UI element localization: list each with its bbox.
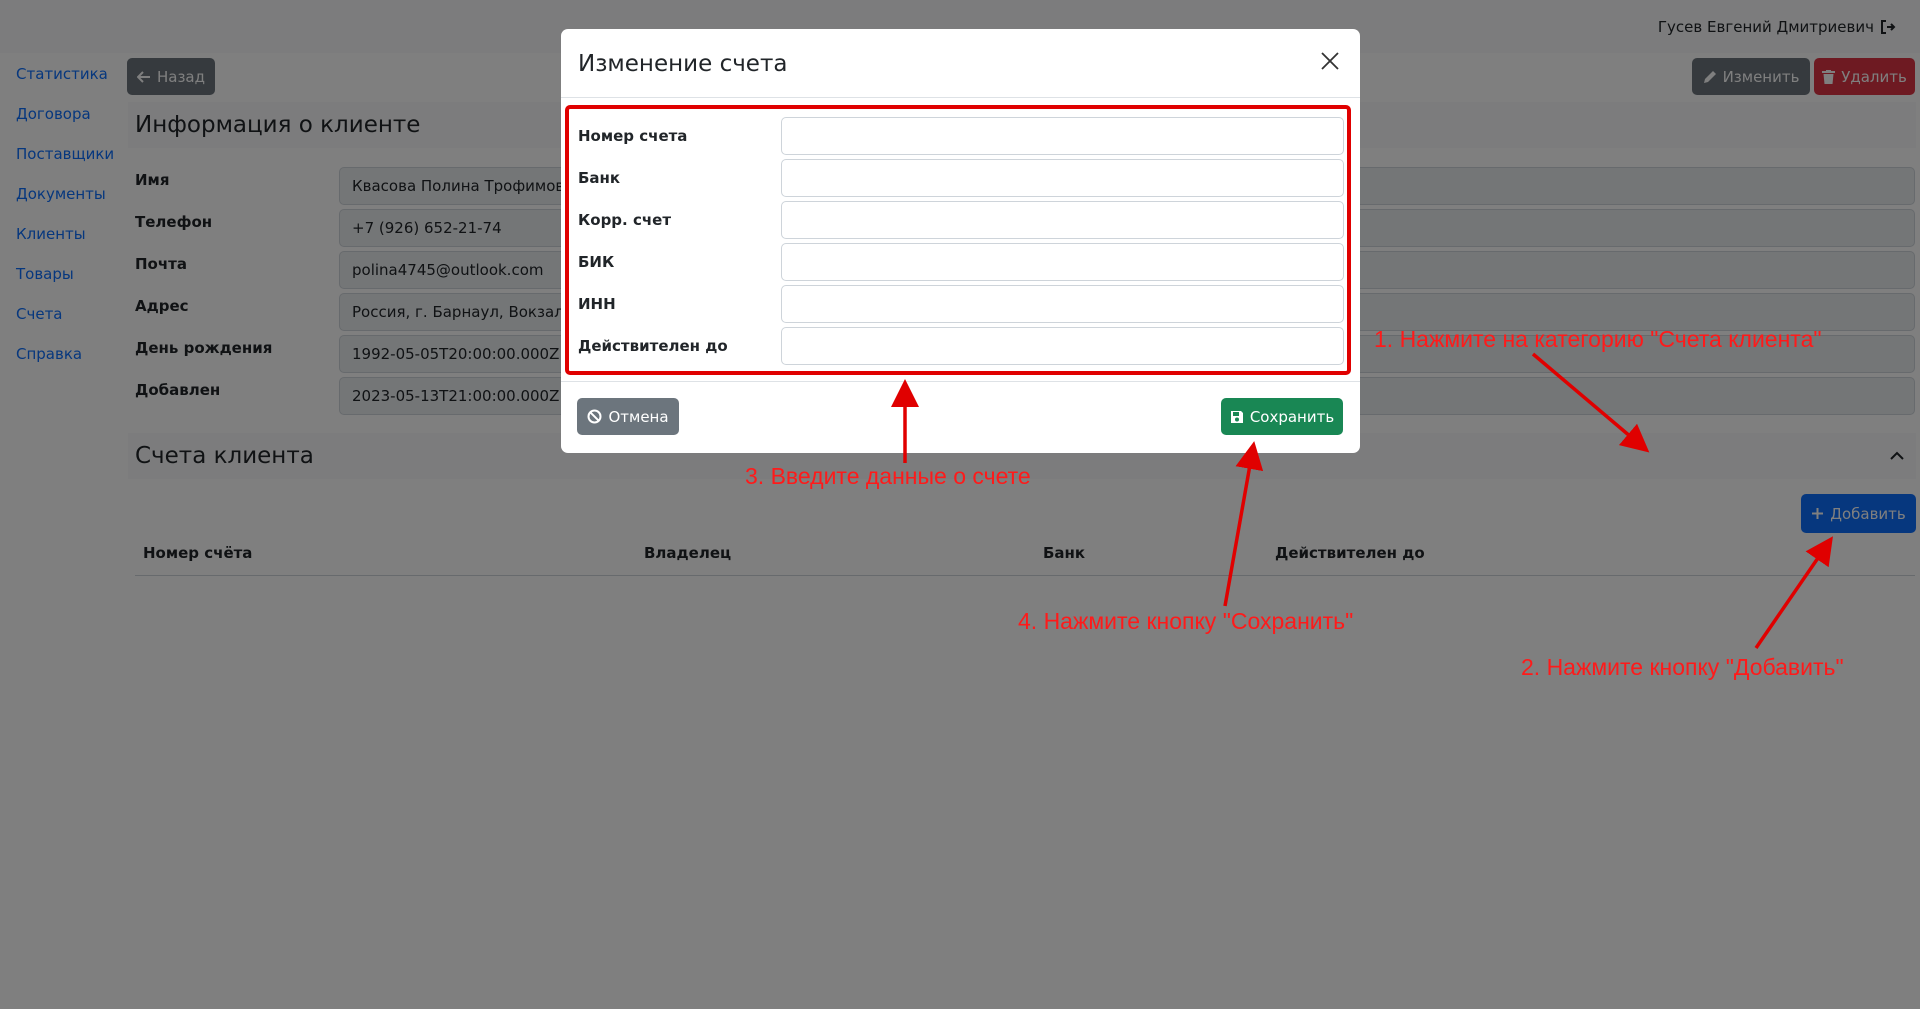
save-button-label: Сохранить <box>1249 407 1335 426</box>
floppy-disk-icon <box>1230 410 1243 423</box>
modal-header: Изменение счета <box>561 29 1360 98</box>
annotation-step4: 4. Нажмите кнопку "Сохранить" <box>1018 608 1354 634</box>
cancel-button-label: Отмена <box>608 407 669 426</box>
cancel-button[interactable]: Отмена <box>577 398 679 435</box>
close-icon <box>1321 52 1339 70</box>
close-button[interactable] <box>1316 49 1344 77</box>
annotation-step2: 2. Нажмите кнопку "Добавить" <box>1521 654 1844 680</box>
ban-icon <box>587 409 602 424</box>
modal-title: Изменение счета <box>578 51 788 77</box>
annotation-step3: 3. Введите данные о счете <box>745 463 1031 489</box>
annotation-step1: 1. Нажмите на категорию "Счета клиента" <box>1374 326 1822 352</box>
modal-footer: Отмена Сохранить <box>561 381 1360 453</box>
save-button[interactable]: Сохранить <box>1221 398 1343 435</box>
form-highlight-box <box>565 105 1351 375</box>
